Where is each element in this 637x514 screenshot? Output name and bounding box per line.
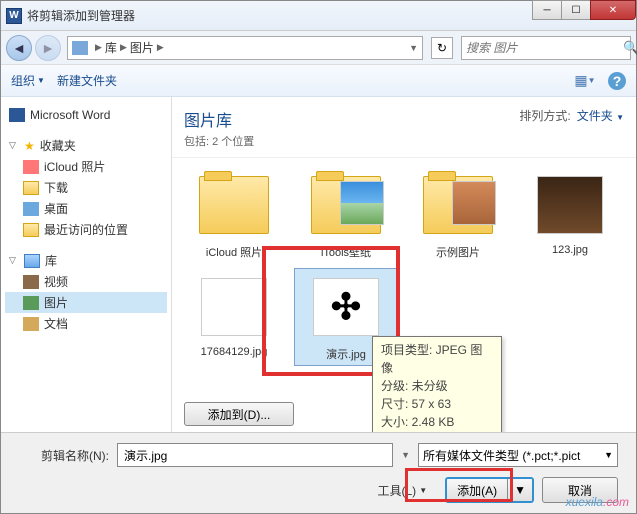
chevron-down-icon: ▼ — [37, 76, 45, 85]
back-button[interactable]: ◄ — [6, 35, 32, 61]
bottom-panel: 剪辑名称(N): ▼ 所有媒体文件类型 (*.pct;*.pict ▼ 工具(L… — [1, 433, 636, 513]
help-icon[interactable]: ? — [608, 72, 626, 90]
file-item-image[interactable]: 123.jpg — [518, 166, 622, 264]
folder-icon — [23, 223, 39, 237]
sidebar-item-word[interactable]: Microsoft Word — [5, 105, 167, 125]
document-icon — [23, 317, 39, 331]
chevron-down-icon: ▼ — [419, 486, 427, 495]
tooltip-line: 尺寸: 57 x 63 — [381, 395, 493, 413]
chevron-right-icon: ▶ — [157, 42, 164, 53]
video-icon — [23, 275, 39, 289]
sidebar-item-documents[interactable]: 文档 — [5, 313, 167, 334]
files-grid: iCloud 照片 iTools壁纸 示例图片 123.jpg 17684129… — [172, 158, 636, 396]
search-box[interactable]: 🔍 — [461, 36, 631, 60]
view-options-button[interactable]: ▦ ▼ — [574, 70, 596, 92]
filetype-select[interactable]: 所有媒体文件类型 (*.pct;*.pict ▼ — [418, 443, 618, 467]
desktop-icon — [23, 202, 39, 216]
image-thumb — [537, 176, 603, 234]
sidebar: Microsoft Word ▽ ★ 收藏夹 iCloud 照片 下载 桌面 最… — [1, 97, 171, 432]
file-label: 123.jpg — [552, 244, 588, 256]
file-item-folder[interactable]: iTools壁纸 — [294, 166, 398, 264]
chevron-right-icon: ▶ — [120, 42, 127, 53]
chevron-down-icon[interactable]: ▼ — [401, 450, 410, 460]
filetype-value: 所有媒体文件类型 (*.pct;*.pict — [423, 447, 580, 464]
new-folder-button[interactable]: 新建文件夹 — [57, 72, 117, 89]
add-button[interactable]: 添加(A) — [447, 479, 507, 501]
title-bar: W 将剪辑添加到管理器 ─ ☐ ✕ — [1, 1, 636, 31]
collapse-icon: ▽ — [9, 140, 19, 151]
sort-dropdown[interactable]: 文件夹 ▼ — [577, 107, 624, 124]
folder-icon — [23, 181, 39, 195]
tooltip-line: 分级: 未分级 — [381, 377, 493, 395]
chevron-right-icon: ▶ — [95, 42, 102, 53]
library-subtitle: 包括: 2 个位置 — [184, 133, 254, 149]
file-item-folder[interactable]: iCloud 照片 — [182, 166, 286, 264]
library-title: 图片库 — [184, 107, 254, 131]
file-label: 示例图片 — [436, 244, 480, 260]
folder-icon — [311, 176, 381, 234]
file-label: 17684129.jpg — [201, 346, 268, 358]
tooltip-line: 大小: 2.48 KB — [381, 413, 493, 431]
search-input[interactable] — [466, 41, 623, 55]
sidebar-item-recent[interactable]: 最近访问的位置 — [5, 219, 167, 240]
add-split-button[interactable]: 添加(A) ▼ — [445, 477, 534, 503]
maximize-button[interactable]: ☐ — [561, 0, 591, 20]
toolbar: 组织 ▼ 新建文件夹 ▦ ▼ ? — [1, 65, 636, 97]
tooltip: 项目类型: JPEG 图像 分级: 未分级 尺寸: 57 x 63 大小: 2.… — [372, 336, 502, 432]
word-icon — [9, 108, 25, 122]
watermark: xuexila.com — [566, 493, 629, 510]
sidebar-item-downloads[interactable]: 下载 — [5, 177, 167, 198]
tooltip-line: 项目类型: JPEG 图像 — [381, 341, 493, 377]
sidebar-item-pictures[interactable]: 图片 — [5, 292, 167, 313]
library-header: 图片库 包括: 2 个位置 排列方式: 文件夹 ▼ — [172, 97, 636, 158]
search-icon: 🔍 — [623, 40, 637, 56]
chevron-down-icon: ▼ — [604, 450, 613, 460]
chevron-down-icon[interactable]: ▼ — [409, 43, 418, 53]
breadcrumb-item[interactable]: 图片 — [130, 39, 154, 56]
sidebar-item-desktop[interactable]: 桌面 — [5, 198, 167, 219]
file-item-folder[interactable]: 示例图片 — [406, 166, 510, 264]
cross-icon: ✣ — [331, 286, 361, 328]
forward-button[interactable]: ► — [35, 35, 61, 61]
sidebar-item-videos[interactable]: 视频 — [5, 271, 167, 292]
pictures-icon — [23, 296, 39, 310]
word-app-icon: W — [6, 8, 22, 24]
file-label: 演示.jpg — [326, 346, 366, 362]
file-item-image[interactable]: 17684129.jpg — [182, 268, 286, 366]
nav-bar: ◄ ► ▶ 库 ▶ 图片 ▶ ▼ ↻ 🔍 — [1, 31, 636, 65]
organize-menu[interactable]: 组织 ▼ — [11, 72, 45, 89]
location-icon — [72, 41, 88, 55]
tools-menu[interactable]: 工具(L) ▼ — [378, 482, 428, 499]
collapse-icon: ▽ — [9, 255, 19, 266]
breadcrumb-item[interactable]: 库 — [105, 39, 117, 56]
sidebar-item-favorites[interactable]: ▽ ★ 收藏夹 — [5, 135, 167, 156]
minimize-button[interactable]: ─ — [532, 0, 562, 20]
add-to-button[interactable]: 添加到(D)... — [184, 402, 294, 426]
chevron-down-icon: ▼ — [616, 113, 624, 122]
sidebar-item-libraries[interactable]: ▽ 库 — [5, 250, 167, 271]
library-icon — [24, 254, 40, 268]
refresh-button[interactable]: ↻ — [431, 37, 453, 59]
photo-icon — [23, 160, 39, 174]
image-thumb: ✣ — [313, 278, 379, 336]
filename-input[interactable] — [117, 443, 393, 467]
filename-label: 剪辑名称(N): — [19, 447, 109, 464]
close-button[interactable]: ✕ — [590, 0, 636, 20]
breadcrumb[interactable]: ▶ 库 ▶ 图片 ▶ ▼ — [67, 36, 423, 60]
add-dropdown-button[interactable]: ▼ — [507, 479, 532, 501]
file-label: iCloud 照片 — [206, 244, 262, 260]
folder-icon — [199, 176, 269, 234]
image-thumb — [201, 278, 267, 336]
sort-label: 排列方式: — [519, 107, 570, 124]
folder-icon — [423, 176, 493, 234]
star-icon: ★ — [24, 139, 35, 153]
file-label: iTools壁纸 — [321, 244, 371, 260]
sidebar-item-icloud[interactable]: iCloud 照片 — [5, 156, 167, 177]
